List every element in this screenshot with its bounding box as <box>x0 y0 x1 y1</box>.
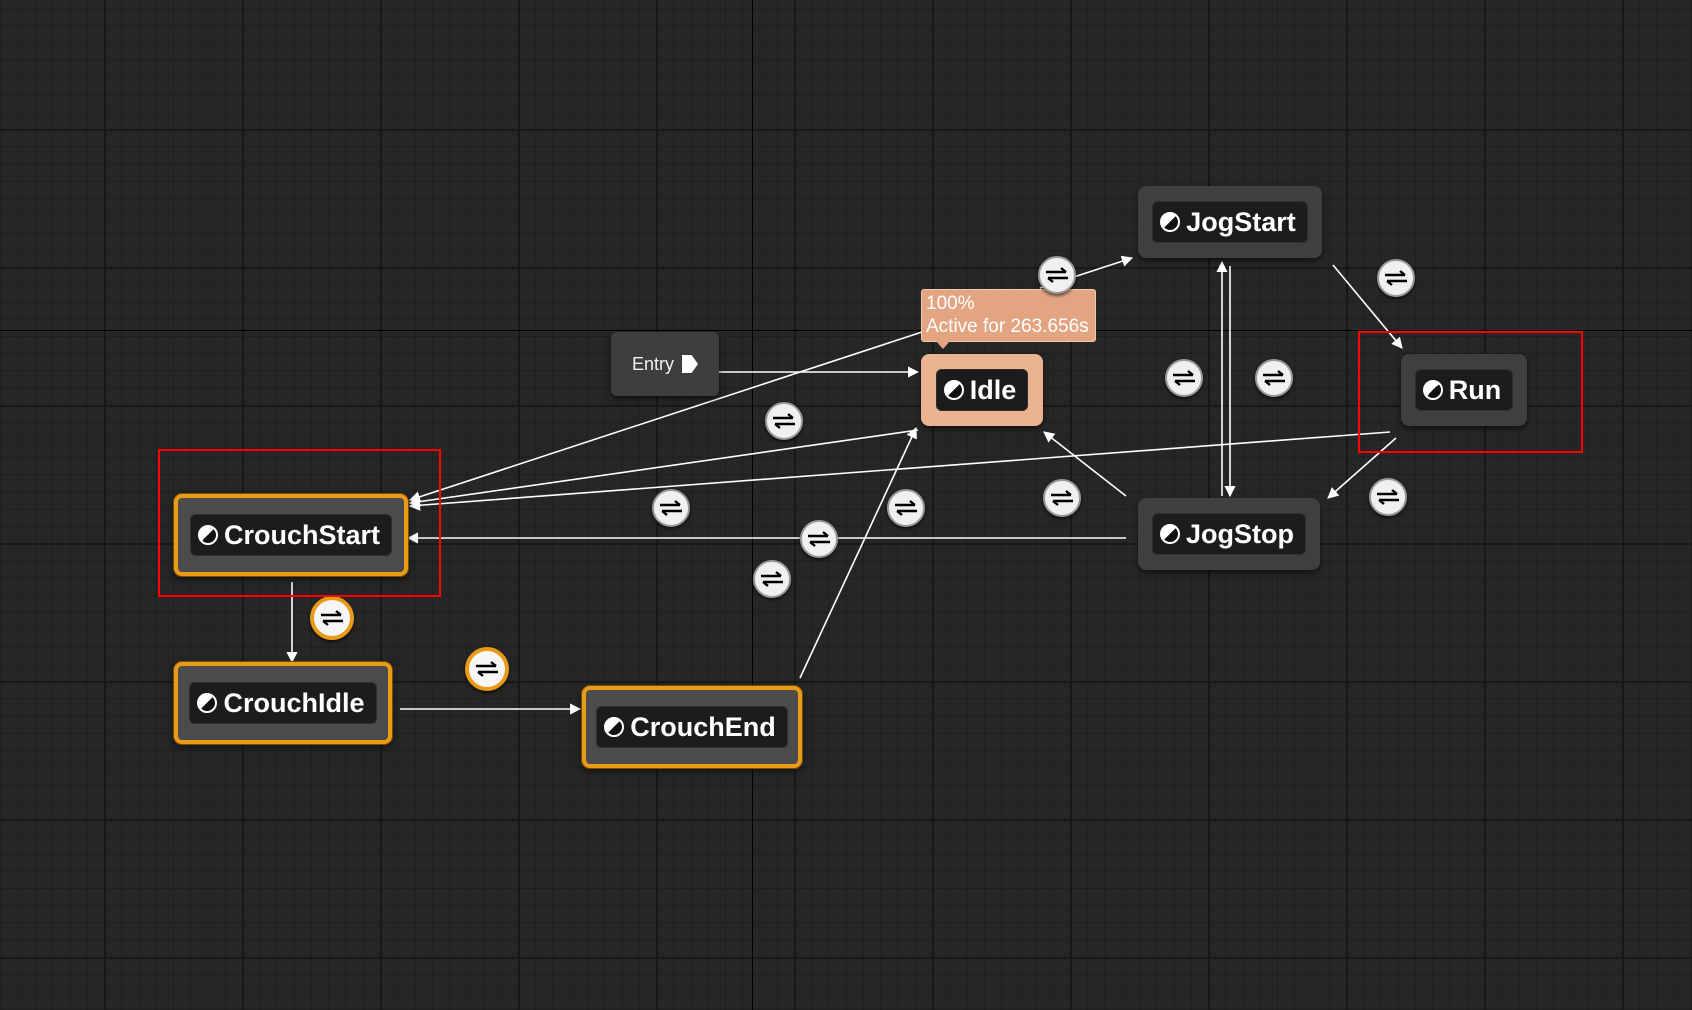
state-node-idle[interactable]: Idle <box>921 354 1043 426</box>
highlight-box-run <box>1358 331 1583 453</box>
transition-run-crouchstart[interactable] <box>753 560 791 598</box>
state-node-crouchend[interactable]: CrouchEnd <box>582 686 802 768</box>
state-node-title: CrouchIdle <box>189 682 377 724</box>
highlight-box-crouchstart <box>158 449 441 597</box>
state-label-jogstart: JogStart <box>1186 207 1296 237</box>
transition-crouchend-idle[interactable] <box>887 489 925 527</box>
state-node-crouchidle[interactable]: CrouchIdle <box>174 662 392 744</box>
idle-active-tooltip: 100% Active for 263.656s <box>921 289 1096 349</box>
transition-arrows-icon <box>1383 269 1409 287</box>
transition-arrows-icon <box>893 499 919 517</box>
state-node-title: CrouchEnd <box>596 706 788 748</box>
transition-jogstart-jogstop[interactable] <box>1165 359 1203 397</box>
state-label-jogstop: JogStop <box>1186 519 1294 549</box>
transition-arrows-icon <box>806 530 832 548</box>
entry-label: Entry <box>631 353 674 374</box>
state-half-circle-icon <box>197 693 218 713</box>
transition-arrows-icon <box>1171 369 1197 387</box>
state-machine-graph-canvas[interactable]: Entry JogStart Idle Run CrouchStart JogS… <box>0 0 1692 1010</box>
state-half-circle-icon <box>1160 212 1181 232</box>
transition-arrows-icon <box>759 570 785 588</box>
transition-idle-jogstart[interactable] <box>1038 256 1076 294</box>
transition-arrows-icon <box>1375 488 1401 506</box>
tooltip-active-time: Active for 263.656s <box>926 316 1089 337</box>
transition-jogstop-idle[interactable] <box>1043 479 1081 517</box>
transition-idle-crouchstart[interactable] <box>765 402 803 440</box>
transition-arrows-icon <box>658 499 684 517</box>
transition-arrows-icon <box>1049 489 1075 507</box>
state-half-circle-icon <box>1160 524 1180 544</box>
transition-crouchend-crouchstart[interactable] <box>652 489 690 527</box>
state-node-jogstop[interactable]: JogStop <box>1138 498 1320 570</box>
transition-arrows-icon <box>319 609 345 627</box>
state-node-title: Idle <box>935 369 1029 411</box>
transition-jogstart-run[interactable] <box>1377 259 1415 297</box>
state-node-jogstart[interactable]: JogStart <box>1138 186 1322 258</box>
transition-arrows-icon <box>474 660 500 678</box>
state-label-crouchend: CrouchEnd <box>630 712 776 742</box>
exec-pin-icon[interactable] <box>682 355 698 373</box>
state-half-circle-icon <box>943 380 964 400</box>
entry-node[interactable]: Entry <box>611 332 719 396</box>
transition-jogstop-jogstart[interactable] <box>1255 359 1293 397</box>
tooltip-percent: 100% <box>926 293 975 314</box>
state-node-title: JogStop <box>1152 513 1306 555</box>
transition-jogstop-crouchstart[interactable] <box>800 520 838 558</box>
transition-crouchstart-crouchidle[interactable] <box>310 596 354 640</box>
state-half-circle-icon <box>604 717 625 737</box>
state-node-title: JogStart <box>1152 201 1308 243</box>
transition-arrows-icon <box>1261 369 1287 387</box>
transition-arrows-icon <box>771 412 797 430</box>
state-label-crouchidle: CrouchIdle <box>223 688 365 718</box>
state-label-idle: Idle <box>969 375 1017 405</box>
transition-arrows-icon <box>1044 266 1070 284</box>
transition-crouchidle-crouchend[interactable] <box>465 647 509 691</box>
transition-run-jogstop[interactable] <box>1369 478 1407 516</box>
